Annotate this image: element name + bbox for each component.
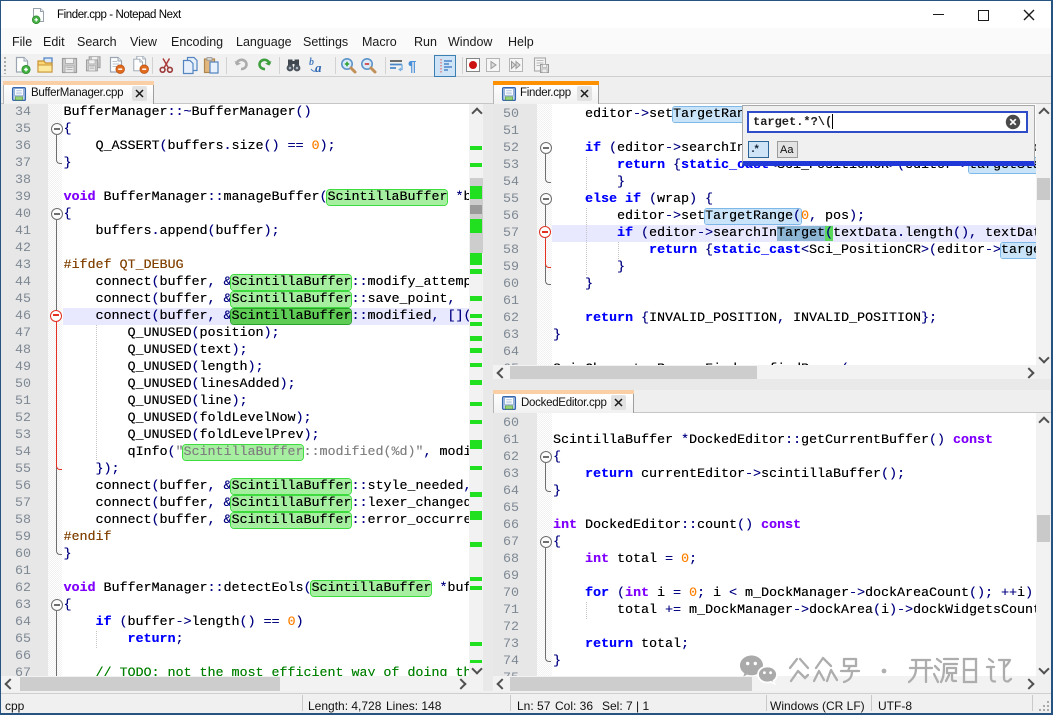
svg-text:a: a	[315, 60, 322, 75]
svg-text:¶: ¶	[408, 58, 416, 75]
svg-text:b: b	[309, 57, 314, 68]
